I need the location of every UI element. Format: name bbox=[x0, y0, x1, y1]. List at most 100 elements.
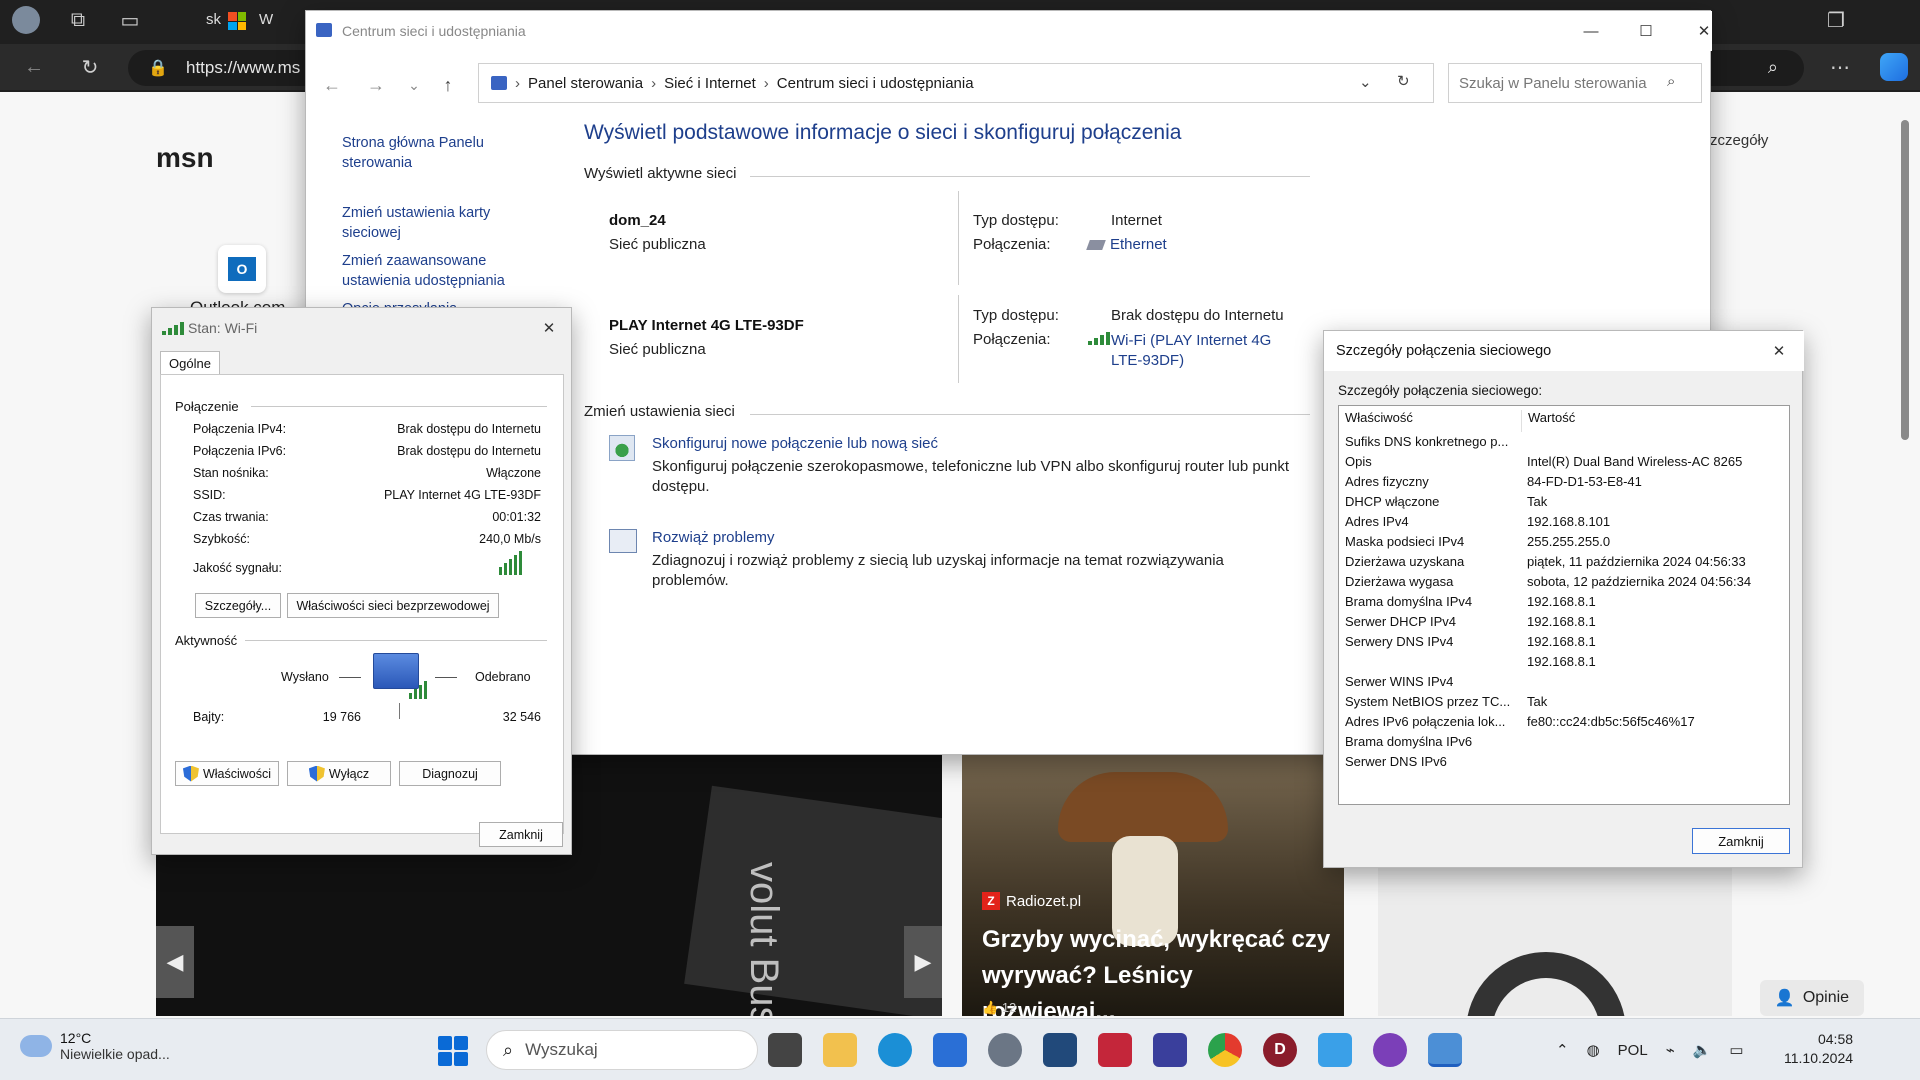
details-list[interactable]: Właściwość Wartość Sufiks DNS konkretneg… bbox=[1338, 405, 1790, 805]
new-connection-link[interactable]: Skonfiguruj nowe połączenie lub nową sie… bbox=[652, 435, 938, 452]
maximize-button[interactable]: ☐ bbox=[1623, 16, 1669, 46]
copilot-icon[interactable] bbox=[1880, 53, 1908, 81]
disable-button[interactable]: Wyłącz bbox=[287, 761, 391, 786]
carousel-prev-button[interactable]: ◀ bbox=[156, 926, 194, 998]
tab-strip-label-1[interactable]: sk bbox=[206, 11, 221, 28]
close-button[interactable]: ✕ bbox=[1681, 16, 1727, 46]
notepad-icon[interactable] bbox=[1318, 1033, 1352, 1067]
network-icon[interactable]: ⌁ bbox=[1666, 1041, 1675, 1059]
properties-button[interactable]: Właściwości bbox=[175, 761, 279, 786]
address-search-icon[interactable]: ⌕ bbox=[1768, 57, 1778, 78]
save-icon[interactable] bbox=[1153, 1033, 1187, 1067]
back-icon[interactable]: ← bbox=[20, 53, 48, 81]
details-row[interactable]: Sufiks DNS konkretnego p... bbox=[1339, 434, 1789, 454]
breadcrumb-item-network-center[interactable]: Centrum sieci i udostępniania bbox=[777, 75, 974, 92]
language-indicator[interactable]: POL bbox=[1618, 1042, 1648, 1059]
window-titlebar[interactable]: Centrum sieci i udostępniania — ☐ ✕ bbox=[306, 11, 1712, 51]
close-button[interactable]: ✕ bbox=[1756, 336, 1802, 366]
details-row[interactable]: Brama domyślna IPv6 bbox=[1339, 734, 1789, 754]
details-row[interactable]: Serwer DNS IPv6 bbox=[1339, 754, 1789, 774]
details-row[interactable]: Serwery DNS IPv4 192.168.8.1 bbox=[1339, 634, 1789, 654]
close-dialog-button[interactable]: Zamknij bbox=[479, 822, 563, 847]
store-icon[interactable] bbox=[933, 1033, 967, 1067]
details-row[interactable]: Dzierżawa uzyskana piątek, 11 październik… bbox=[1339, 554, 1789, 574]
news-tile[interactable]: Z Radiozet.pl Grzyby wycinać, wykręcać c… bbox=[962, 752, 1344, 1016]
search-icon[interactable]: ⌕ bbox=[1667, 73, 1675, 90]
breadcrumb-item-control-panel[interactable]: Panel sterowania bbox=[528, 75, 643, 92]
sidebar-link-adapter[interactable]: Zmień ustawienia karty sieciowej bbox=[342, 203, 542, 243]
details-row[interactable]: DHCP włączone Tak bbox=[1339, 494, 1789, 514]
forward-icon[interactable]: → bbox=[358, 67, 394, 103]
wireless-properties-button[interactable]: Właściwości sieci bezprzewodowej bbox=[287, 593, 499, 618]
workspaces-icon[interactable]: ⧉ bbox=[64, 6, 92, 34]
details-button[interactable]: Szczegóły... bbox=[195, 593, 281, 618]
minimize-button[interactable]: — bbox=[1568, 16, 1614, 46]
troubleshoot-link[interactable]: Rozwiąż problemy bbox=[652, 529, 775, 546]
tab-general[interactable]: Ogólne bbox=[160, 351, 220, 375]
sidebar-link-sharing[interactable]: Zmień zaawansowane ustawienia udostępnia… bbox=[342, 251, 542, 291]
search-input[interactable]: Szukaj w Panelu sterowania ⌕ bbox=[1448, 63, 1702, 103]
restore-icon[interactable]: ❐ bbox=[1822, 6, 1850, 34]
podcast-icon[interactable] bbox=[1373, 1033, 1407, 1067]
column-header-property[interactable]: Właściwość bbox=[1339, 410, 1521, 432]
virtualbox-icon[interactable] bbox=[1043, 1033, 1077, 1067]
clock[interactable]: 04:58 11.10.2024 bbox=[1784, 1030, 1853, 1068]
news-title[interactable]: Grzyby wycinać, wykręcać czy wyrywać? Le… bbox=[982, 922, 1332, 1016]
battery-icon[interactable]: ▭ bbox=[1729, 1041, 1743, 1059]
dialog-titlebar[interactable]: Szczegóły połączenia sieciowego ✕ bbox=[1324, 331, 1804, 371]
app-d-icon[interactable]: D bbox=[1263, 1033, 1297, 1067]
network-panel-icon[interactable] bbox=[1428, 1033, 1462, 1067]
edge-icon[interactable] bbox=[878, 1033, 912, 1067]
taskbar-search[interactable]: ⌕ Wyszukaj bbox=[486, 1030, 758, 1070]
details-row[interactable]: System NetBIOS przez TC... Tak bbox=[1339, 694, 1789, 714]
start-button[interactable] bbox=[438, 1036, 468, 1066]
sidebar-link-home[interactable]: Strona główna Panelu sterowania bbox=[342, 133, 542, 173]
breadcrumb[interactable]: › Panel sterowania › Sieć i Internet › C… bbox=[478, 63, 1434, 103]
volume-icon[interactable]: 🔈 bbox=[1693, 1041, 1712, 1059]
vertical-tabs-icon[interactable]: ▭ bbox=[116, 6, 144, 34]
details-row[interactable]: 192.168.8.1 bbox=[1339, 654, 1789, 674]
chevron-down-icon[interactable]: ⌄ bbox=[1359, 73, 1372, 91]
task-view-icon[interactable] bbox=[768, 1033, 802, 1067]
details-row[interactable]: Serwer WINS IPv4 bbox=[1339, 674, 1789, 694]
tab-strip-label-2[interactable]: W bbox=[259, 11, 273, 28]
wifi-connection-link[interactable]: Wi-Fi (PLAY Internet 4G LTE-93DF) bbox=[1111, 331, 1291, 371]
settings-icon[interactable] bbox=[988, 1033, 1022, 1067]
ethernet-link[interactable]: Ethernet bbox=[1086, 236, 1167, 253]
column-header-value[interactable]: Wartość bbox=[1521, 410, 1789, 432]
details-row[interactable]: Adres fizyczny 84-FD-D1-53-E8-41 bbox=[1339, 474, 1789, 494]
file-explorer-icon[interactable] bbox=[823, 1033, 857, 1067]
details-row[interactable]: Maska podsieci IPv4 255.255.255.0 bbox=[1339, 534, 1789, 554]
outlook-icon[interactable]: O bbox=[218, 245, 266, 293]
refresh-icon[interactable]: ↻ bbox=[76, 53, 104, 81]
page-scrollbar[interactable] bbox=[1898, 100, 1912, 1010]
dialog-titlebar[interactable]: Stan: Wi-Fi ✕ bbox=[152, 308, 573, 348]
details-row[interactable]: Serwer DHCP IPv4 192.168.8.1 bbox=[1339, 614, 1789, 634]
diagnose-button[interactable]: Diagnozuj bbox=[399, 761, 501, 786]
msn-logo[interactable]: msn bbox=[156, 142, 214, 174]
details-row[interactable]: Brama domyślna IPv4 192.168.8.1 bbox=[1339, 594, 1789, 614]
microsoft-icon[interactable] bbox=[228, 12, 246, 30]
profile-avatar[interactable] bbox=[12, 6, 40, 34]
scrollbar-thumb[interactable] bbox=[1901, 120, 1909, 440]
details-row[interactable]: Adres IPv6 połączenia lok... fe80::cc24:d… bbox=[1339, 714, 1789, 734]
details-row[interactable]: Opis Intel(R) Dual Band Wireless-AC 8265 bbox=[1339, 454, 1789, 474]
paint-icon[interactable] bbox=[1098, 1033, 1132, 1067]
details-row-property: DHCP włączone bbox=[1345, 494, 1440, 509]
refresh-icon[interactable]: ↻ bbox=[1397, 72, 1410, 90]
breadcrumb-item-network[interactable]: Sieć i Internet bbox=[664, 75, 756, 92]
close-dialog-button[interactable]: Zamknij bbox=[1692, 828, 1790, 854]
details-row[interactable]: Dzierżawa wygasa sobota, 12 października … bbox=[1339, 574, 1789, 594]
weather-widget[interactable]: 12°C Niewielkie opad... bbox=[20, 1030, 170, 1062]
details-row[interactable]: Adres IPv4 192.168.8.101 bbox=[1339, 514, 1789, 534]
chevron-up-icon[interactable]: ⌃ bbox=[1556, 1041, 1569, 1059]
extensions-icon[interactable]: ⋯ bbox=[1826, 53, 1854, 81]
feedback-button[interactable]: 👤 Opinie bbox=[1760, 980, 1864, 1016]
up-icon[interactable]: ↑ bbox=[430, 67, 466, 103]
security-icon[interactable]: ◍ bbox=[1587, 1041, 1600, 1059]
recent-locations-icon[interactable]: ⌄ bbox=[396, 67, 432, 103]
close-button[interactable]: ✕ bbox=[526, 313, 572, 343]
back-icon[interactable]: ← bbox=[314, 67, 350, 103]
carousel-next-button[interactable]: ▶ bbox=[904, 926, 942, 998]
chrome-icon[interactable] bbox=[1208, 1033, 1242, 1067]
